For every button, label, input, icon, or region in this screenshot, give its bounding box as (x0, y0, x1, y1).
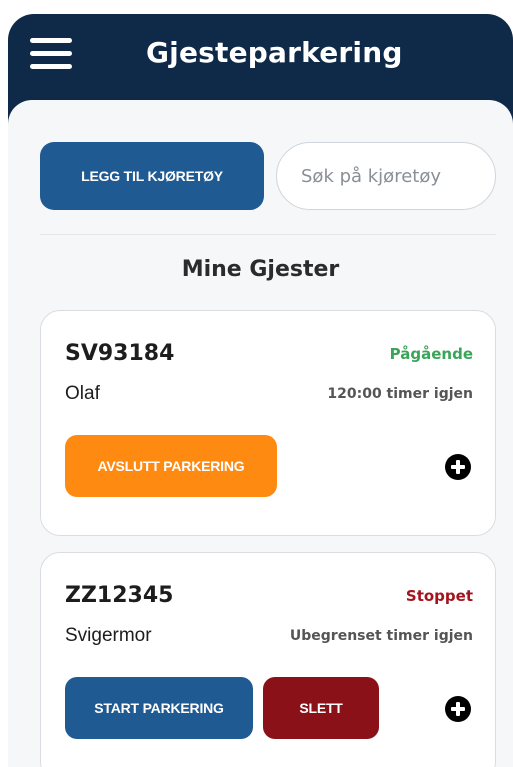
main-content: LEGG TIL KJØRETØY Mine Gjester SV93184 P… (8, 100, 513, 767)
guest-name: Svigermor (65, 625, 152, 646)
status-badge: Pågående (389, 345, 473, 363)
time-remaining: 120:00 timer igjen (327, 386, 473, 402)
app-screen: Gjesteparkering LEGG TIL KJØRETØY Mine G… (8, 14, 513, 767)
divider (40, 234, 496, 235)
guest-card: SV93184 Pågående Olaf 120:00 timer igjen… (40, 310, 496, 536)
plus-circle-icon[interactable] (445, 696, 471, 722)
add-vehicle-button[interactable]: LEGG TIL KJØRETØY (40, 142, 264, 210)
license-plate: ZZ12345 (65, 583, 174, 608)
guest-name: Olaf (65, 383, 100, 404)
end-parking-button[interactable]: AVSLUTT PARKERING (65, 435, 277, 497)
time-remaining: Ubegrenset timer igjen (289, 628, 473, 644)
delete-button[interactable]: SLETT (263, 677, 379, 739)
guest-card: ZZ12345 Stoppet Svigermor Ubegrenset tim… (40, 552, 496, 767)
top-bar: Gjesteparkering (8, 14, 513, 104)
app-title: Gjesteparkering (146, 36, 403, 69)
license-plate: SV93184 (65, 341, 175, 366)
hamburger-menu-icon[interactable] (30, 38, 72, 70)
vehicle-search-input[interactable] (276, 142, 496, 210)
start-parking-button[interactable]: START PARKERING (65, 677, 253, 739)
plus-circle-icon[interactable] (445, 454, 471, 480)
status-badge: Stoppet (405, 587, 473, 605)
section-title: Mine Gjester (181, 257, 340, 282)
